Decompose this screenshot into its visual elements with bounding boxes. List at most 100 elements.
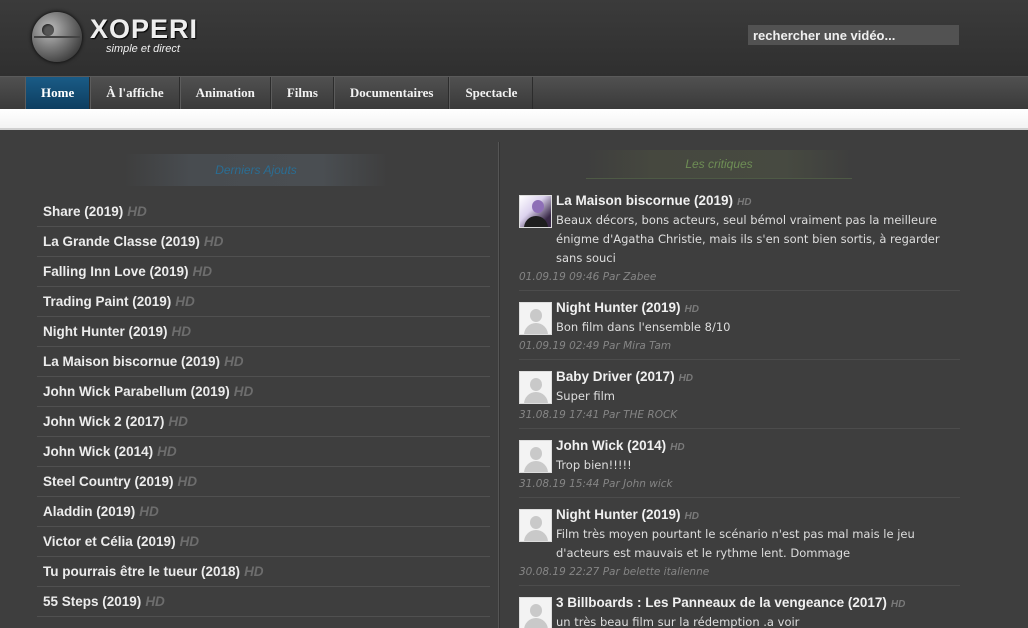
list-item[interactable]: John Wick (2014) HD [37,437,490,467]
hd-badge: HD [670,442,685,453]
list-item-title: Victor et Célia (2019) [43,534,176,549]
search-input[interactable] [748,25,959,45]
list-item[interactable]: Trading Paint (2019) HD [37,287,490,317]
review-title[interactable]: Baby Driver (2017) HD [556,366,960,387]
review-title[interactable]: 3 Billboards : Les Panneaux de la vengea… [556,592,960,613]
review-item: Night Hunter (2019) HD Bon film dans l'en… [519,297,960,360]
hd-badge: HD [145,594,165,609]
reviews-list: La Maison biscornue (2019) HD Beaux décor… [519,190,960,628]
hd-badge: HD [203,234,224,249]
review-item: Baby Driver (2017) HD Super film 31.08.19… [519,366,960,429]
list-item-title: Tu pourrais être le tueur (2018) [43,564,241,579]
review-title[interactable]: John Wick (2014) HD [556,435,960,456]
review-title[interactable]: Night Hunter (2019) HD [556,504,960,525]
avatar [519,440,552,473]
list-item[interactable]: Victor et Célia (2019) HD [37,527,490,557]
list-item[interactable]: Night Hunter (2019) HD [37,317,490,347]
list-item[interactable]: John Wick Parabellum (2019) HD [37,377,490,407]
site-header: XOPERI simple et direct [0,0,1028,76]
nav-item-home[interactable]: Home [25,77,91,109]
hd-badge: HD [179,534,200,549]
list-item[interactable]: Share (2019) HD [37,197,490,227]
avatar [519,371,552,404]
hd-badge: HD [175,294,195,309]
list-item[interactable]: La Maison biscornue (2019) HD [37,347,490,377]
review-text: Film très moyen pourtant le scénario n'e… [556,527,915,560]
list-item-title: Night Hunter (2019) [43,324,168,339]
review-title[interactable]: La Maison biscornue (2019) HD [556,190,960,211]
death-star-logo-icon[interactable] [32,12,82,62]
header-strip [0,109,1028,130]
list-item[interactable]: Steel Country (2019) HD [37,467,490,497]
review-text: Beaux décors, bons acteurs, seul bémol v… [556,213,940,265]
avatar [519,302,552,335]
review-text: Bon film dans l'ensemble 8/10 [556,320,731,334]
nav-item-spectacle[interactable]: Spectacle [449,77,534,109]
main-nav: Home À l'affiche Animation Films Documen… [0,76,1028,109]
review-meta: 31.08.19 17:41 Par THE ROCK [519,409,678,421]
list-item-title: Share (2019) [43,204,124,219]
hd-badge: HD [192,264,213,279]
list-item-title: John Wick Parabellum (2019) [43,384,230,399]
list-item-title: John Wick 2 (2017) [43,414,165,429]
review-item: La Maison biscornue (2019) HD Beaux décor… [519,190,960,291]
list-item-title: Aladdin (2019) [43,504,136,519]
review-item: John Wick (2014) HD Trop bien!!!!! 31.08.… [519,435,960,498]
review-meta: 31.08.19 15:44 Par John wick [519,478,673,490]
review-text: un très beau film sur la rédemption .a v… [556,615,800,628]
nav-item-films[interactable]: Films [270,77,334,109]
latest-list: Share (2019) HD La Grande Classe (2019) HD… [37,197,490,617]
list-item-title: John Wick (2014) [43,444,154,459]
list-item[interactable]: John Wick 2 (2017) HD [37,407,490,437]
list-item-title: Falling Inn Love (2019) [43,264,189,279]
hd-badge: HD [157,444,177,459]
list-item[interactable]: Falling Inn Love (2019) HD [37,257,490,287]
latest-section-title: Derniers Ajouts [124,154,388,186]
hd-badge: HD [678,373,694,384]
review-title-text[interactable]: John Wick (2014) [556,438,666,453]
review-meta: 01.09.19 02:49 Par Mira Tam [519,340,672,352]
avatar [519,597,552,628]
nav-item-animation[interactable]: Animation [179,77,271,109]
review-text: Super film [556,389,615,403]
logo-subtitle: simple et direct [106,43,180,55]
hd-badge: HD [684,511,699,522]
list-item[interactable]: La Grande Classe (2019) HD [37,227,490,257]
hd-badge: HD [168,414,188,429]
review-title-text[interactable]: La Maison biscornue (2019) [556,193,733,208]
hd-badge: HD [171,324,192,339]
hd-badge: HD [684,304,699,315]
hd-badge: HD [890,599,906,610]
reviews-section-title: Les critiques [586,150,852,179]
review-title[interactable]: Night Hunter (2019) HD [556,297,960,318]
hd-badge: HD [127,204,147,219]
list-item[interactable]: 55 Steps (2019) HD [37,587,490,617]
list-item-title: La Grande Classe (2019) [43,234,200,249]
hd-badge: HD [737,197,752,208]
hd-badge: HD [177,474,198,489]
review-meta: 30.08.19 22:27 Par belette italienne [519,566,710,578]
avatar [519,509,552,542]
list-item-title: Trading Paint (2019) [43,294,172,309]
review-title-text[interactable]: Night Hunter (2019) [556,507,681,522]
avatar [519,195,552,228]
list-item-title: Steel Country (2019) [43,474,174,489]
review-title-text[interactable]: 3 Billboards : Les Panneaux de la vengea… [556,595,887,610]
hd-badge: HD [244,564,264,579]
review-item: Night Hunter (2019) HD Film très moyen po… [519,504,960,586]
list-item-title: 55 Steps (2019) [43,594,142,609]
review-item: 3 Billboards : Les Panneaux de la vengea… [519,592,960,628]
hd-badge: HD [139,504,159,519]
hd-badge: HD [233,384,254,399]
nav-item-documentaires[interactable]: Documentaires [333,77,450,109]
column-divider [498,142,500,628]
hd-badge: HD [224,354,244,369]
list-item[interactable]: Tu pourrais être le tueur (2018) HD [37,557,490,587]
review-text: Trop bien!!!!! [556,458,632,472]
logo-title[interactable]: XOPERI [90,14,198,45]
list-item[interactable]: Aladdin (2019) HD [37,497,490,527]
review-meta: 01.09.19 09:46 Par Zabee [519,271,657,283]
nav-item-a-laffiche[interactable]: À l'affiche [90,77,180,109]
review-title-text[interactable]: Baby Driver (2017) [556,369,675,384]
review-title-text[interactable]: Night Hunter (2019) [556,300,681,315]
